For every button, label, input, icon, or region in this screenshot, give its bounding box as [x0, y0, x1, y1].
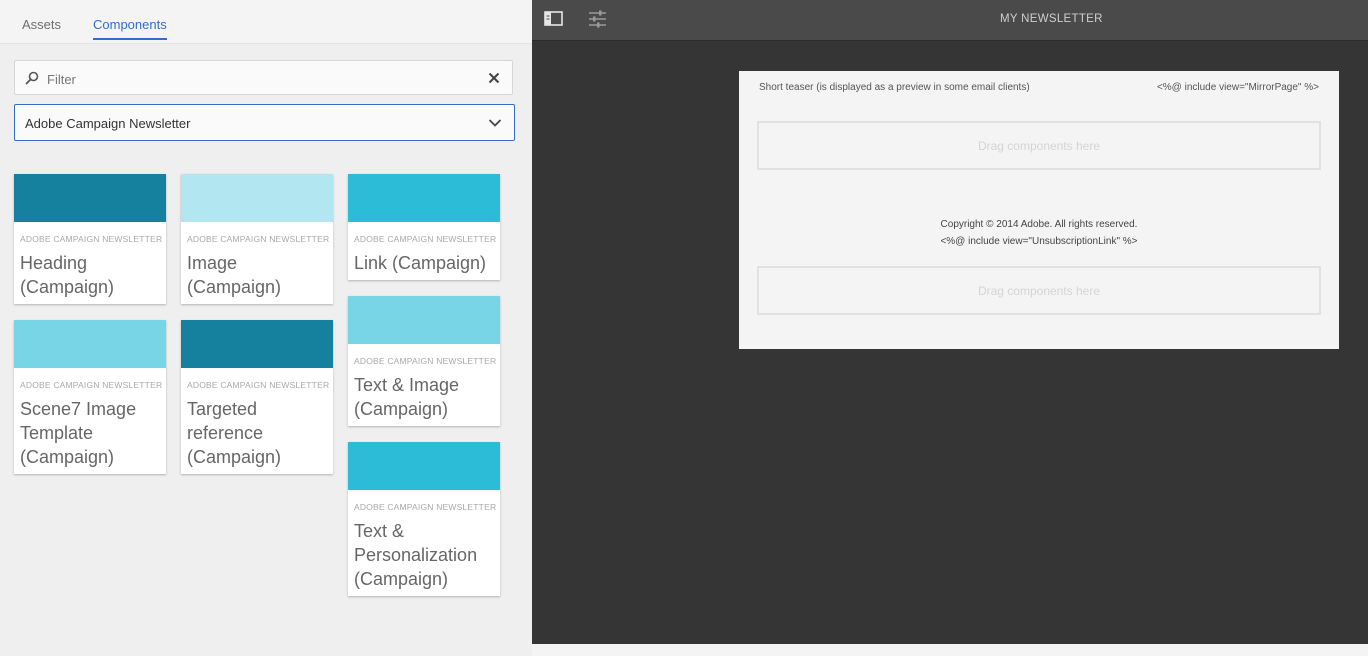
component-thumbnail — [348, 296, 500, 344]
component-group-label: ADOBE CAMPAIGN NEWSLETTER — [20, 380, 163, 390]
component-group-label: ADOBE CAMPAIGN NEWSLETTER — [20, 234, 163, 244]
component-group-label: ADOBE CAMPAIGN NEWSLETTER — [354, 502, 497, 512]
component-thumbnail — [14, 320, 166, 368]
component-card-link[interactable]: ADOBE CAMPAIGN NEWSLETTER Link (Campaign… — [348, 174, 500, 280]
component-thumbnail — [348, 442, 500, 490]
tab-assets[interactable]: Assets — [22, 17, 61, 38]
component-group-value: Adobe Campaign Newsletter — [25, 116, 191, 131]
dropzone[interactable]: Drag components here — [757, 121, 1321, 170]
search-icon — [25, 71, 39, 85]
newsletter-footer[interactable]: Copyright © 2014 Adobe. All rights reser… — [739, 216, 1339, 250]
component-group-label: ADOBE CAMPAIGN NEWSLETTER — [187, 380, 330, 390]
component-group-label: ADOBE CAMPAIGN NEWSLETTER — [354, 356, 497, 366]
component-card-scene7-image-template[interactable]: ADOBE CAMPAIGN NEWSLETTER Scene7 Image T… — [14, 320, 166, 474]
component-title: Image (Campaign) — [187, 253, 282, 297]
component-card-heading[interactable]: ADOBE CAMPAIGN NEWSLETTER Heading (Campa… — [14, 174, 166, 304]
component-thumbnail — [181, 174, 333, 222]
dropzone[interactable]: Drag components here — [757, 266, 1321, 315]
short-teaser-text[interactable]: Short teaser (is displayed as a preview … — [759, 82, 1030, 93]
component-card-image[interactable]: ADOBE CAMPAIGN NEWSLETTER Image (Campaig… — [181, 174, 333, 304]
filter-field[interactable] — [14, 60, 513, 95]
component-group-select[interactable]: Adobe Campaign Newsletter — [14, 104, 515, 141]
close-icon[interactable] — [488, 72, 500, 84]
component-title: Heading (Campaign) — [20, 253, 115, 297]
component-title: Text & Personalization (Campaign) — [354, 521, 478, 589]
document-title: MY NEWSLETTER — [1000, 13, 1103, 25]
component-card-targeted-reference[interactable]: ADOBE CAMPAIGN NEWSLETTER Targeted refer… — [181, 320, 333, 474]
component-thumbnail — [14, 174, 166, 222]
component-title: Link (Campaign) — [354, 253, 487, 273]
component-group-label: ADOBE CAMPAIGN NEWSLETTER — [354, 234, 497, 244]
component-card-text-personalization[interactable]: ADOBE CAMPAIGN NEWSLETTER Text & Persona… — [348, 442, 500, 596]
editor-canvas: MY NEWSLETTER Short teaser (is displayed… — [532, 0, 1368, 644]
unsubscription-include: <%@ include view="UnsubscriptionLink" %> — [940, 236, 1138, 247]
mirror-page-include[interactable]: <%@ include view="MirrorPage" %> — [1157, 82, 1319, 93]
component-thumbnail — [181, 320, 333, 368]
side-panel-tabs: Assets Components — [0, 0, 532, 44]
chevron-down-icon — [488, 119, 502, 127]
component-title: Scene7 Image Template (Campaign) — [20, 399, 137, 467]
editor-bottom-bar — [532, 644, 1368, 656]
component-title: Targeted reference (Campaign) — [187, 399, 282, 467]
copyright-text: Copyright © 2014 Adobe. All rights reser… — [940, 219, 1138, 230]
newsletter-page: Short teaser (is displayed as a preview … — [739, 71, 1339, 349]
page-properties-icon[interactable] — [587, 9, 609, 29]
component-group-label: ADOBE CAMPAIGN NEWSLETTER — [187, 234, 330, 244]
side-panel: Assets Components Adobe Campaign Newslet… — [0, 0, 532, 656]
filter-input[interactable] — [45, 67, 479, 91]
component-card-text-image[interactable]: ADOBE CAMPAIGN NEWSLETTER Text & Image (… — [348, 296, 500, 426]
tab-components[interactable]: Components — [93, 17, 167, 40]
component-title: Text & Image (Campaign) — [354, 375, 460, 419]
editor-toolbar: MY NEWSLETTER — [532, 0, 1368, 41]
side-panel-icon[interactable] — [543, 9, 565, 29]
component-thumbnail — [348, 174, 500, 222]
